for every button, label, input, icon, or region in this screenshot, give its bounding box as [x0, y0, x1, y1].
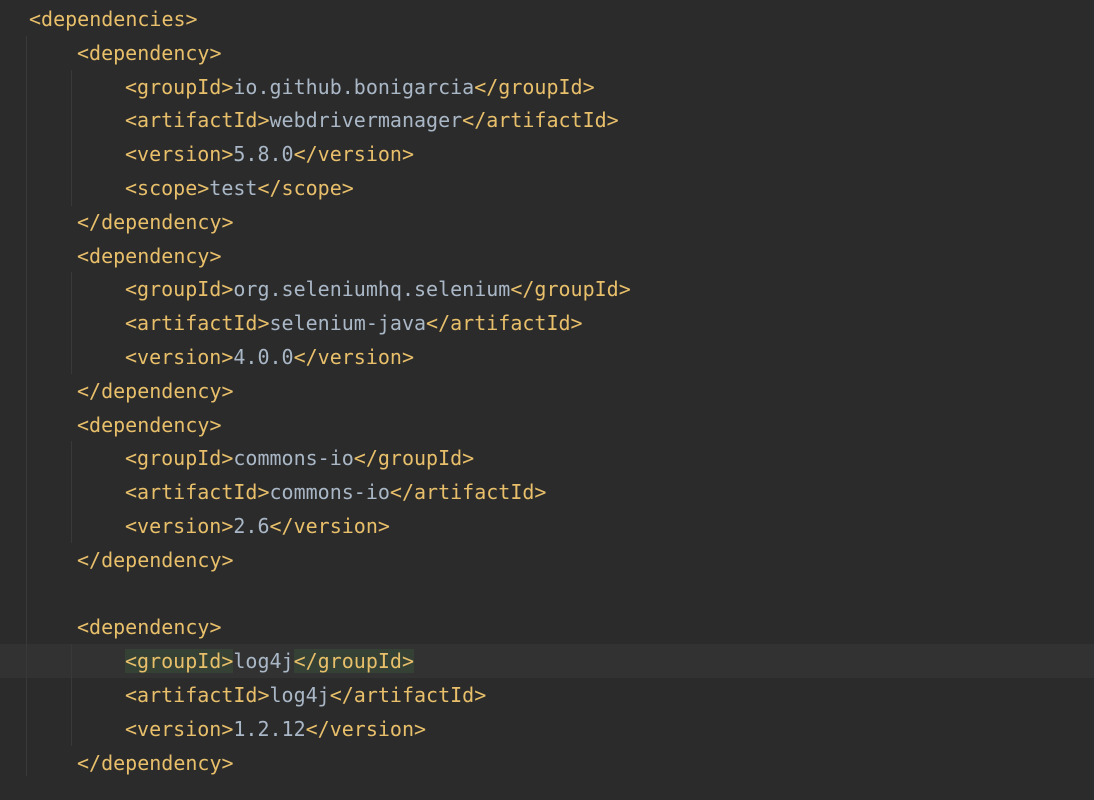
- xml-text-value: 5.8.0: [233, 142, 294, 167]
- xml-open-tag: </dependency>: [77, 378, 234, 403]
- xml-close-tag: </groupId>: [510, 277, 631, 302]
- code-line[interactable]: <version>5.8.0</version>: [125, 137, 414, 171]
- xml-open-tag: <dependency>: [77, 412, 222, 437]
- indent-guide: [26, 36, 27, 776]
- xml-open-tag: <artifactId>: [125, 311, 270, 336]
- xml-open-tag: <version>: [125, 345, 234, 369]
- xml-close-tag: </artifactId>: [329, 683, 487, 707]
- xml-open-tag: <artifactId>: [125, 108, 270, 133]
- xml-text-value: log4j: [269, 683, 330, 707]
- code-line[interactable]: </dependency>: [77, 543, 234, 577]
- code-line[interactable]: <artifactId>log4j</artifactId>: [125, 678, 486, 712]
- code-line[interactable]: <version>1.2.12</version>: [125, 712, 426, 746]
- xml-open-tag: <scope>: [125, 176, 210, 200]
- xml-close-tag: </groupId>: [474, 74, 595, 99]
- xml-text-value: commons-io: [233, 446, 354, 471]
- code-line[interactable]: <scope>test</scope>: [125, 171, 354, 205]
- xml-text-value: org.seleniumhq.selenium: [233, 277, 511, 302]
- xml-text-value: 4.0.0: [233, 345, 294, 369]
- code-line[interactable]: <dependency>: [77, 36, 222, 70]
- xml-close-tag: </groupId>: [353, 446, 475, 471]
- xml-close-tag: </version>: [293, 142, 415, 167]
- code-line[interactable]: </dependency>: [77, 205, 234, 239]
- indent-guide: [71, 644, 72, 746]
- xml-open-tag: <groupId>: [125, 446, 234, 471]
- code-line[interactable]: <dependencies>: [29, 2, 198, 36]
- indent-guide: [71, 441, 72, 543]
- xml-open-tag: <version>: [125, 716, 234, 741]
- code-line[interactable]: <groupId>io.github.bonigarcia</groupId>: [125, 70, 595, 104]
- code-line[interactable]: <version>2.6</version>: [125, 509, 390, 543]
- code-line[interactable]: </dependency>: [77, 746, 234, 780]
- xml-open-tag: </dependency>: [77, 209, 234, 234]
- xml-open-tag: </dependency>: [77, 750, 234, 775]
- xml-close-tag: </artifactId>: [389, 480, 547, 505]
- code-line[interactable]: <artifactId>webdrivermanager</artifactId…: [125, 103, 619, 137]
- xml-open-tag: <dependency>: [77, 243, 222, 268]
- code-line[interactable]: <groupId>org.seleniumhq.selenium</groupI…: [125, 272, 631, 306]
- xml-text-value: 2.6: [233, 514, 270, 538]
- xml-close-tag: </version>: [269, 514, 390, 538]
- xml-open-tag: <groupId>: [125, 74, 234, 99]
- xml-open-tag: <artifactId>: [125, 480, 270, 505]
- xml-close-tag: </artifactId>: [462, 108, 619, 133]
- code-line[interactable]: <groupId>log4j</groupId>: [125, 644, 415, 678]
- code-line[interactable]: <groupId>commons-io</groupId>: [125, 441, 474, 475]
- xml-close-tag: </scope>: [257, 176, 354, 200]
- xml-text-value: log4j: [233, 649, 294, 674]
- code-line[interactable]: </dependency>: [77, 374, 234, 408]
- code-line[interactable]: <version>4.0.0</version>: [125, 340, 414, 374]
- xml-open-tag: <groupId>: [125, 649, 234, 674]
- indent-guide: [71, 70, 72, 206]
- code-line[interactable]: <dependency>: [77, 239, 222, 273]
- xml-open-tag: <groupId>: [125, 277, 234, 302]
- xml-open-tag: </dependency>: [77, 547, 234, 572]
- indent-guide: [71, 272, 72, 374]
- code-line[interactable]: <dependency>: [77, 408, 222, 442]
- xml-close-tag: </groupId>: [293, 649, 415, 674]
- xml-open-tag: <artifactId>: [125, 683, 270, 707]
- xml-text-value: test: [209, 176, 258, 200]
- xml-open-tag: <dependencies>: [29, 7, 198, 31]
- xml-text-value: selenium-java: [269, 311, 427, 336]
- code-line[interactable]: <artifactId>commons-io</artifactId>: [125, 475, 546, 509]
- code-line[interactable]: <dependency>: [77, 610, 222, 644]
- xml-text-value: 1.2.12: [233, 716, 306, 741]
- xml-open-tag: <version>: [125, 514, 234, 538]
- xml-text-value: io.github.bonigarcia: [233, 74, 475, 99]
- code-line[interactable]: <artifactId>selenium-java</artifactId>: [125, 306, 583, 340]
- xml-close-tag: </version>: [293, 345, 415, 369]
- xml-text-value: webdrivermanager: [269, 108, 463, 133]
- xml-open-tag: <dependency>: [77, 615, 222, 640]
- xml-close-tag: </version>: [305, 716, 427, 741]
- xml-open-tag: <version>: [125, 142, 234, 167]
- xml-text-value: commons-io: [269, 480, 390, 505]
- code-editor[interactable]: <dependencies> <dependency> <groupId>io.gi…: [0, 0, 1094, 800]
- xml-open-tag: <dependency>: [77, 40, 222, 65]
- xml-close-tag: </artifactId>: [426, 311, 583, 336]
